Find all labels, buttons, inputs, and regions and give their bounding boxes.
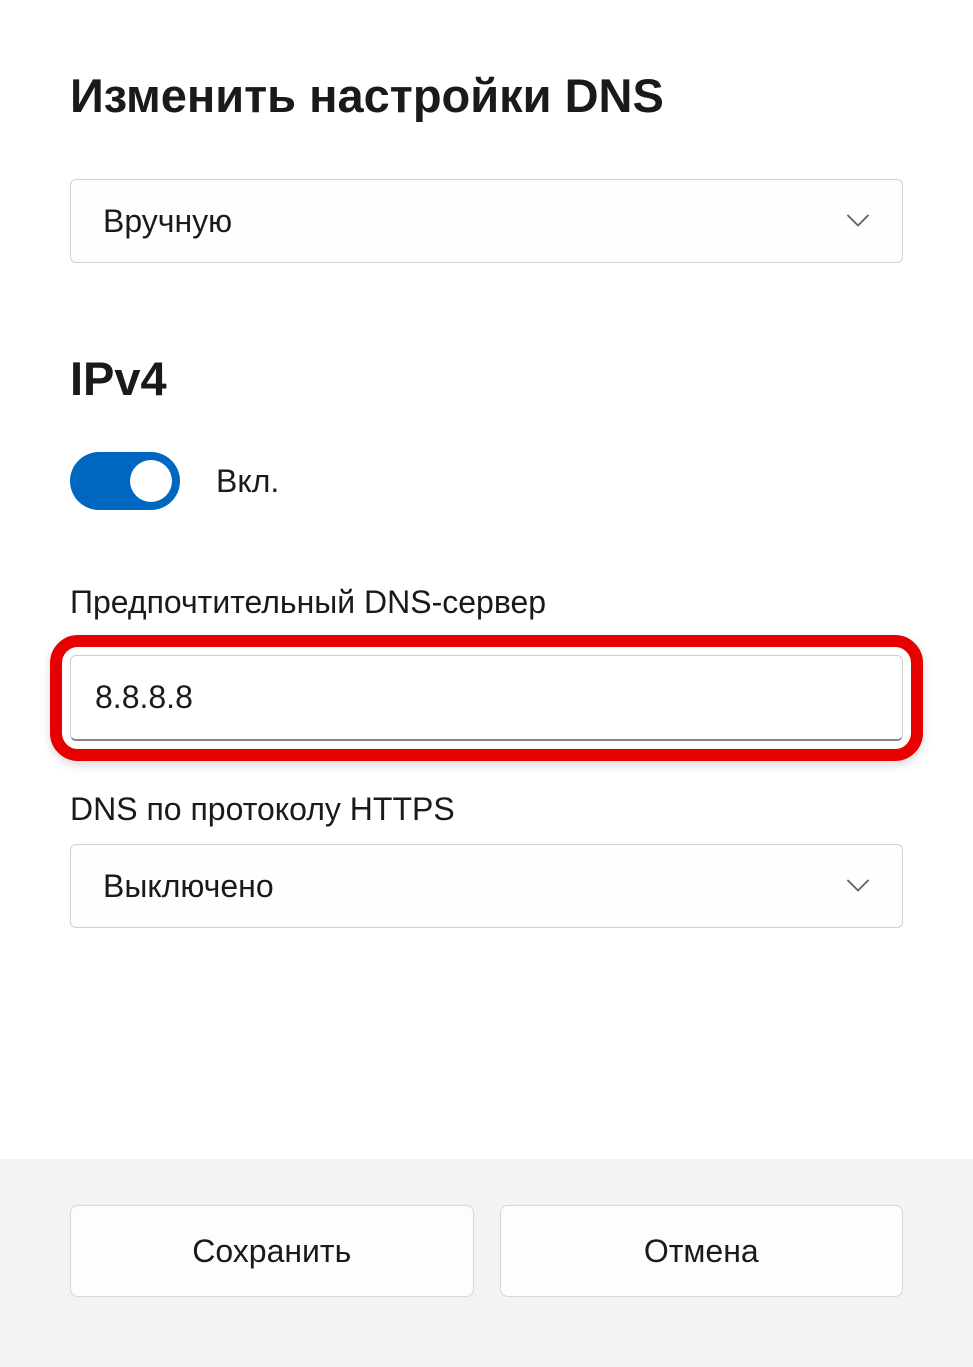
dns-settings-dialog: Изменить настройки DNS Вручную IPv4 Вкл.… [0,0,973,1367]
chevron-down-icon [846,209,870,233]
chevron-down-icon [846,874,870,898]
mode-dropdown-value: Вручную [103,203,232,240]
dialog-footer: Сохранить Отмена [0,1159,973,1367]
dialog-content: Изменить настройки DNS Вручную IPv4 Вкл.… [0,0,973,1159]
ipv4-section-title: IPv4 [70,351,903,406]
doh-dropdown[interactable]: Выключено [70,844,903,928]
cancel-button[interactable]: Отмена [500,1205,904,1297]
save-button[interactable]: Сохранить [70,1205,474,1297]
preferred-dns-input[interactable] [70,655,903,741]
ipv4-toggle-label: Вкл. [216,463,279,500]
ipv4-toggle[interactable] [70,452,180,510]
doh-label: DNS по протоколу HTTPS [70,791,903,828]
mode-dropdown[interactable]: Вручную [70,179,903,263]
highlight-annotation [50,635,923,761]
preferred-dns-label: Предпочтительный DNS-сервер [70,584,903,621]
doh-dropdown-value: Выключено [103,868,274,905]
ipv4-toggle-row: Вкл. [70,452,903,510]
toggle-thumb [130,460,172,502]
dialog-title: Изменить настройки DNS [70,68,903,123]
